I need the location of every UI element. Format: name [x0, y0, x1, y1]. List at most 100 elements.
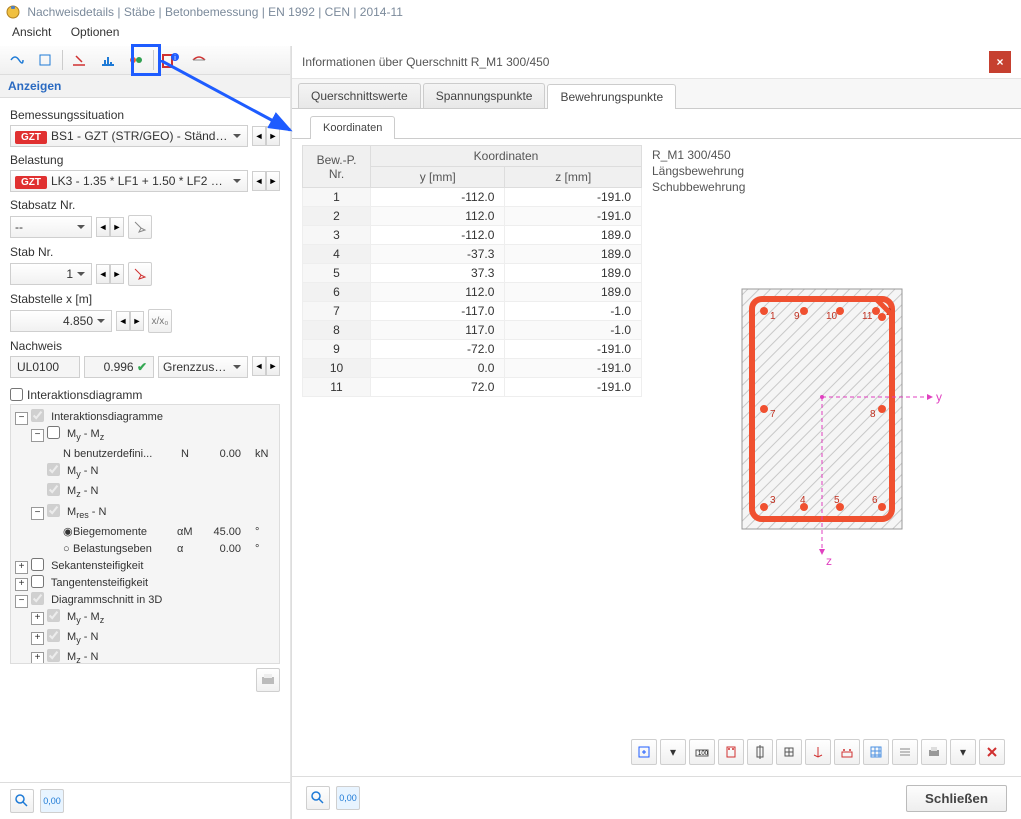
situation-next[interactable]: ►: [266, 126, 280, 146]
dlg-decimals-icon[interactable]: 0,00: [336, 786, 360, 810]
tool-1[interactable]: [4, 47, 30, 73]
checkbox-interaktionsdiagramm[interactable]: Interaktionsdiagramm: [10, 388, 142, 402]
table-row: 7-117.0-1.0: [303, 302, 642, 321]
menu-optionen[interactable]: Optionen: [63, 22, 128, 42]
app-icon: [6, 5, 20, 19]
stabsatz-prev[interactable]: ◄: [96, 217, 110, 237]
combo-stab[interactable]: 1: [10, 263, 92, 285]
coordinates-table: Bew.-P.Nr.Koordinaten y [mm]z [mm] 1-112…: [302, 145, 642, 397]
svg-text:9: 9: [794, 311, 800, 322]
tool-3[interactable]: [67, 47, 93, 73]
th-y: y [mm]: [371, 167, 505, 188]
svg-text:1: 1: [770, 311, 776, 322]
stabstelle-next[interactable]: ►: [130, 311, 144, 331]
stabsatz-next[interactable]: ►: [110, 217, 124, 237]
table-row: 100.0-191.0: [303, 359, 642, 378]
close-icon[interactable]: ×: [989, 51, 1011, 73]
tool-4[interactable]: [95, 47, 121, 73]
table-row: 6112.0189.0: [303, 283, 642, 302]
tool-2[interactable]: [32, 47, 58, 73]
nachweis-ratio: 0.996 ✔: [84, 356, 154, 378]
tree-diagramme[interactable]: − Interaktionsdiagramme − My - Mz N benu…: [10, 404, 280, 664]
svg-text:10: 10: [826, 311, 838, 322]
menu-ansicht[interactable]: Ansicht: [4, 22, 59, 42]
svg-text:z: z: [826, 554, 832, 568]
footer-decimals-icon[interactable]: 0,00: [40, 789, 64, 813]
th-nr: Bew.-P.Nr.: [303, 146, 371, 188]
svg-text:3: 3: [770, 495, 776, 506]
print-icon[interactable]: [256, 668, 280, 692]
th-z: z [mm]: [505, 167, 642, 188]
combo-situation[interactable]: GZTBS1 - GZT (STR/GEO) - Ständig ...: [10, 125, 248, 147]
vt-dropdown[interactable]: ▾: [660, 739, 686, 765]
table-row: 3-112.0189.0: [303, 226, 642, 245]
stabstelle-xx0-button[interactable]: x/x₀: [148, 309, 172, 333]
label-stabsatz: Stabsatz Nr.: [10, 198, 280, 212]
stabsatz-pick-icon[interactable]: [128, 215, 152, 239]
label-schubbewehrung: Schubbewehrung: [652, 179, 1011, 195]
svg-text:7: 7: [770, 409, 776, 420]
label-belastung: Belastung: [10, 153, 280, 167]
vt-print[interactable]: [921, 739, 947, 765]
dialog-title: Informationen über Querschnitt R_M1 300/…: [302, 46, 549, 78]
svg-text:6: 6: [872, 495, 878, 506]
belastung-next[interactable]: ►: [266, 171, 280, 191]
tab-spannungspunkte[interactable]: Spannungspunkte: [423, 83, 546, 108]
svg-text:y: y: [936, 390, 942, 404]
menubar: Ansicht Optionen: [0, 24, 1021, 46]
label-situation: Bemessungssituation: [10, 108, 280, 122]
combo-nachweis[interactable]: Grenzzustand de...: [158, 356, 248, 378]
label-stab: Stab Nr.: [10, 245, 280, 259]
svg-text:100: 100: [698, 751, 709, 757]
situation-prev[interactable]: ◄: [252, 126, 266, 146]
stab-prev[interactable]: ◄: [96, 264, 110, 284]
vt-grid[interactable]: [863, 739, 889, 765]
label-nachweis: Nachweis: [10, 339, 280, 353]
stab-pick-icon[interactable]: [128, 262, 152, 286]
label-laengsbewehrung: Längsbewehrung: [652, 163, 1011, 179]
tool-7[interactable]: [186, 47, 212, 73]
th-koordinaten: Koordinaten: [371, 146, 642, 167]
combo-stabstelle[interactable]: 4.850: [10, 310, 112, 332]
table-row: 1-112.0-191.0: [303, 188, 642, 207]
vt-values[interactable]: [892, 739, 918, 765]
stabstelle-prev[interactable]: ◄: [116, 311, 130, 331]
dlg-search-icon[interactable]: [306, 786, 330, 810]
close-button[interactable]: Schließen: [906, 785, 1007, 812]
label-stabstelle: Stabstelle x [m]: [10, 292, 280, 306]
panel-header: Anzeigen: [0, 75, 290, 98]
vt-3[interactable]: [718, 739, 744, 765]
section-name: R_M1 300/450: [652, 147, 1011, 163]
table-row: 9-72.0-191.0: [303, 340, 642, 359]
table-row: 2112.0-191.0: [303, 207, 642, 226]
cross-section-viewer: 1 9 10 11 2 7 8 3 4 5 6: [722, 269, 962, 589]
belastung-prev[interactable]: ◄: [252, 171, 266, 191]
vt-5[interactable]: [776, 739, 802, 765]
tool-info-section[interactable]: i: [158, 47, 184, 73]
tool-5[interactable]: [123, 47, 149, 73]
footer-search-icon[interactable]: [10, 789, 34, 813]
nachweis-next[interactable]: ►: [266, 356, 280, 376]
combo-belastung[interactable]: GZTLK3 - 1.35 * LF1 + 1.50 * LF2 + 1....: [10, 170, 248, 192]
subtab-koordinaten[interactable]: Koordinaten: [310, 116, 395, 139]
tab-querschnittswerte[interactable]: Querschnittswerte: [298, 83, 421, 108]
vt-1[interactable]: [631, 739, 657, 765]
vt-7[interactable]: [834, 739, 860, 765]
vt-reset[interactable]: [979, 739, 1005, 765]
table-row: 8117.0-1.0: [303, 321, 642, 340]
svg-text:5: 5: [834, 495, 840, 506]
vt-4[interactable]: [747, 739, 773, 765]
viewer-toolbar: ▾ 100 ▾: [629, 737, 1007, 767]
tab-bewehrungspunkte[interactable]: Bewehrungspunkte: [547, 84, 676, 109]
vt-print-dd[interactable]: ▾: [950, 739, 976, 765]
table-row: 4-37.3189.0: [303, 245, 642, 264]
table-row: 1172.0-191.0: [303, 378, 642, 397]
combo-stabsatz[interactable]: --: [10, 216, 92, 238]
svg-text:8: 8: [870, 409, 876, 420]
svg-text:4: 4: [800, 495, 806, 506]
nachweis-prev[interactable]: ◄: [252, 356, 266, 376]
vt-6[interactable]: [805, 739, 831, 765]
table-row: 537.3189.0: [303, 264, 642, 283]
stab-next[interactable]: ►: [110, 264, 124, 284]
vt-2[interactable]: 100: [689, 739, 715, 765]
